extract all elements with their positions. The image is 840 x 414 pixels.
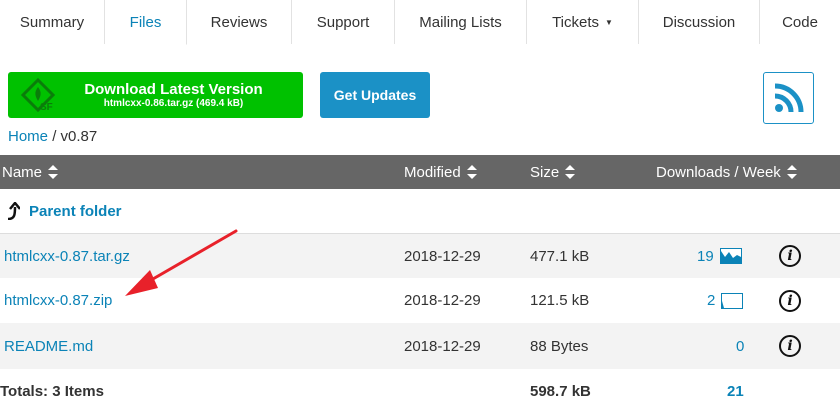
breadcrumb: Home / v0.87 <box>8 128 97 145</box>
parent-folder-arrow-icon <box>7 202 20 220</box>
svg-text:SF: SF <box>40 102 53 113</box>
download-latest-button[interactable]: SF Download Latest Version htmlcxx-0.86.… <box>8 72 303 118</box>
download-subtitle: htmlcxx-0.86.tar.gz (469.4 kB) <box>103 97 244 109</box>
tab-support[interactable]: Support <box>292 0 395 44</box>
tab-files[interactable]: Files <box>105 0 187 45</box>
tab-mailing-lists[interactable]: Mailing Lists <box>395 0 527 44</box>
tab-label: Reviews <box>210 13 268 31</box>
header-label: Name <box>2 163 43 181</box>
table-row: htmlcxx-0.87.tar.gz 2018-12-29 477.1 kB … <box>0 234 840 278</box>
totals-row: Totals: 3 Items 598.7 kB 21 <box>0 369 840 414</box>
parent-folder-row[interactable]: Parent folder <box>0 189 840 234</box>
tab-code[interactable]: Code <box>760 0 840 44</box>
tab-label: Tickets <box>552 13 600 31</box>
sparkline-icon <box>721 292 744 309</box>
info-icon[interactable]: i <box>779 289 801 312</box>
breadcrumb-separator: / <box>52 128 57 145</box>
sparkline-icon <box>719 248 742 264</box>
tab-discussion[interactable]: Discussion <box>639 0 760 44</box>
header-label: Modified <box>404 163 461 181</box>
file-size: 88 Bytes <box>530 337 589 355</box>
info-icon[interactable]: i <box>779 245 801 267</box>
table-row: htmlcxx-0.87.zip 2018-12-29 121.5 kB 2 i <box>0 278 840 323</box>
file-size: 121.5 kB <box>530 292 590 309</box>
totals-label: Totals: 3 Items <box>0 383 104 400</box>
caret-down-icon: ▼ <box>605 17 613 27</box>
sort-icon <box>565 165 576 179</box>
parent-folder-cell: Parent folder <box>6 189 122 233</box>
download-count[interactable]: 19 <box>697 248 714 265</box>
tab-label: Summary <box>19 13 85 31</box>
rss-icon <box>774 83 803 113</box>
download-count[interactable]: 2 <box>707 292 715 309</box>
tab-label: Support <box>316 13 370 31</box>
tab-summary[interactable]: Summary <box>0 0 105 44</box>
file-link[interactable]: htmlcxx-0.87.zip <box>4 292 112 309</box>
info-icon[interactable]: i <box>779 335 801 357</box>
totals-downloads: 21 <box>727 383 744 400</box>
header-modified[interactable]: Modified <box>404 155 477 189</box>
file-link[interactable]: htmlcxx-0.87.tar.gz <box>4 248 130 265</box>
tab-label: Code <box>782 13 818 31</box>
downloads-cell[interactable]: 2 <box>707 278 744 323</box>
header-label: Downloads / Week <box>656 163 781 181</box>
parent-folder-link[interactable]: Parent folder <box>29 203 122 220</box>
get-updates-button[interactable]: Get Updates <box>320 72 430 118</box>
tab-label: Discussion <box>662 13 736 31</box>
header-name[interactable]: Name <box>2 155 59 189</box>
tab-reviews[interactable]: Reviews <box>187 0 292 44</box>
table-row: README.md 2018-12-29 88 Bytes 0 i <box>0 323 840 369</box>
rss-button[interactable] <box>763 72 814 124</box>
file-link[interactable]: README.md <box>4 338 93 355</box>
breadcrumb-current: v0.87 <box>60 128 98 145</box>
tab-label: Files <box>129 13 162 31</box>
file-modified: 2018-12-29 <box>404 337 481 355</box>
downloads-cell[interactable]: 0 <box>736 323 744 369</box>
file-size: 477.1 kB <box>530 247 590 265</box>
header-label: Size <box>530 163 560 181</box>
download-texts: Download Latest Version htmlcxx-0.86.tar… <box>70 81 277 110</box>
sf-logo-icon: SF <box>20 77 56 113</box>
tab-tickets[interactable]: Tickets ▼ <box>527 0 639 44</box>
tab-label: Mailing Lists <box>419 13 502 31</box>
totals-size: 598.7 kB <box>530 383 591 400</box>
download-title: Download Latest Version <box>84 80 263 98</box>
sort-icon <box>48 165 59 179</box>
sort-icon <box>786 165 797 179</box>
project-tabs: Summary Files Reviews Support Mailing Li… <box>0 0 840 45</box>
files-table-header: Name Modified Size Downloads / Week <box>0 155 840 189</box>
header-size[interactable]: Size <box>530 155 576 189</box>
file-modified: 2018-12-29 <box>404 292 481 309</box>
sort-icon <box>466 165 477 179</box>
breadcrumb-home-link[interactable]: Home <box>8 128 48 145</box>
file-modified: 2018-12-29 <box>404 247 481 265</box>
header-downloads[interactable]: Downloads / Week <box>656 155 797 189</box>
download-count[interactable]: 0 <box>736 338 744 355</box>
downloads-cell[interactable]: 19 <box>697 234 742 278</box>
